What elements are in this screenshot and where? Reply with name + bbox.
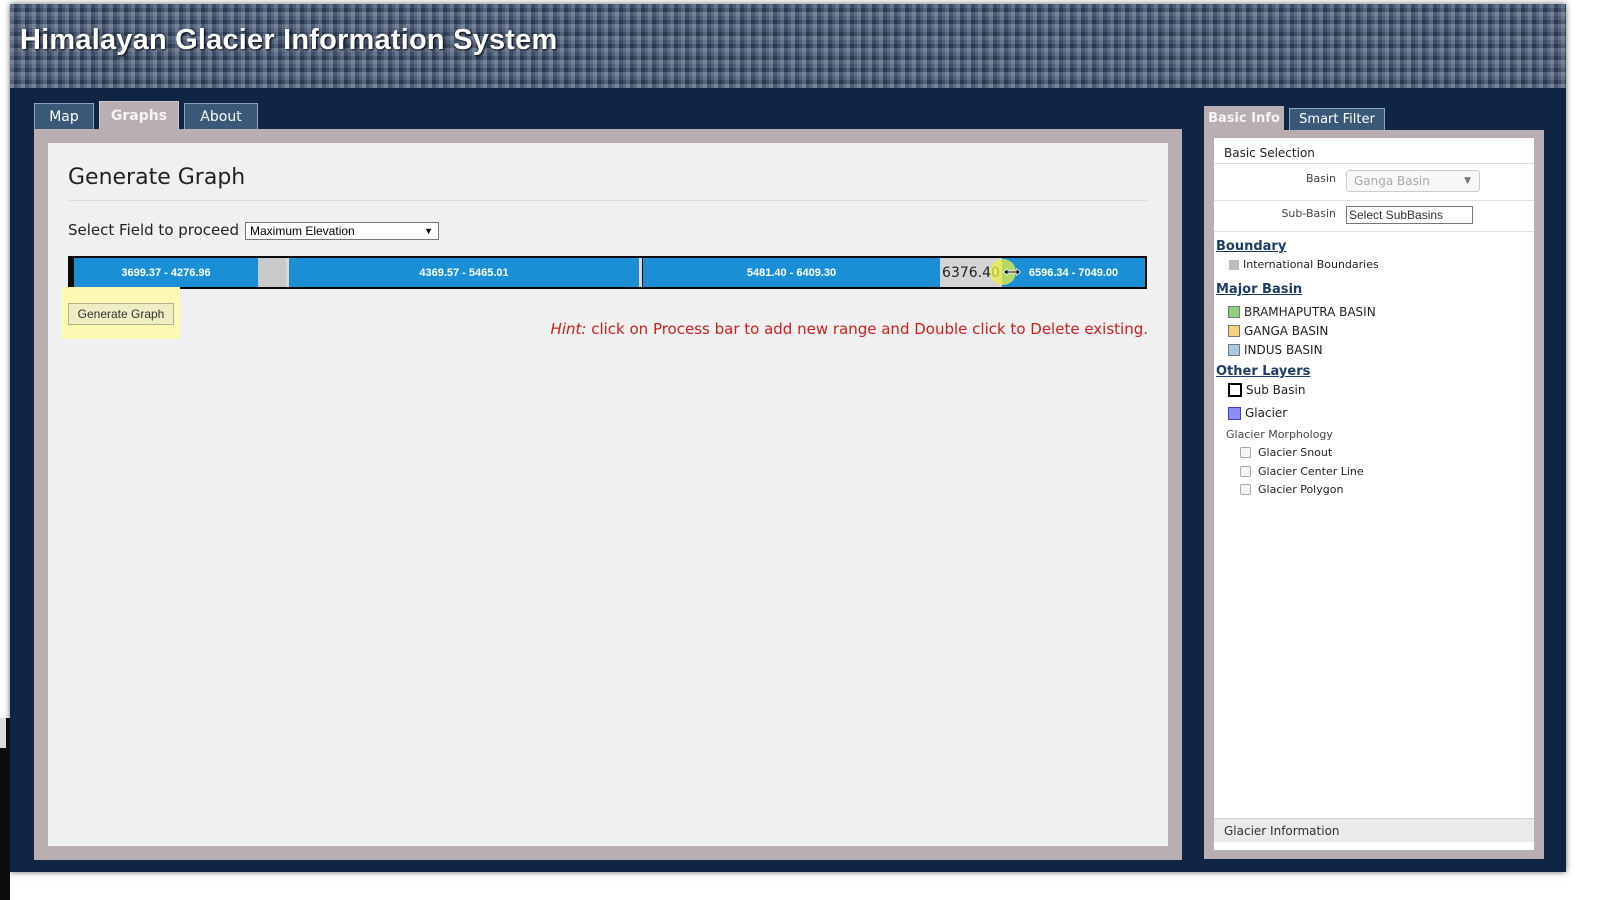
legend-swatch: [1228, 383, 1242, 397]
tab-basic-info[interactable]: Basic Info: [1204, 106, 1284, 131]
legend-swatch: [1228, 344, 1240, 356]
checkbox-label: Glacier Snout: [1258, 446, 1333, 459]
legend-swatch: [1228, 325, 1240, 337]
legend-sub-basin[interactable]: Sub Basin: [1228, 383, 1305, 397]
resize-horizontal-icon: [1003, 268, 1021, 276]
legend-label: Glacier: [1245, 406, 1288, 420]
glacier-center-line-checkbox[interactable]: [1240, 466, 1251, 477]
tab-smart-filter[interactable]: Smart Filter: [1289, 108, 1385, 130]
side-frame: Basic Selection Basin Ganga Basin ▼ Sub-…: [1204, 130, 1544, 859]
divider: [1214, 231, 1534, 232]
legend-label: BRAMHAPUTRA BASIN: [1244, 305, 1376, 319]
range-handle[interactable]: [639, 258, 642, 287]
basic-info-panel: Basic Selection Basin Ganga Basin ▼ Sub-…: [1214, 138, 1534, 850]
range-segment[interactable]: 4369.57 - 5465.01: [289, 258, 639, 287]
header-banner: Himalayan Glacier Information System: [10, 4, 1566, 88]
app-title: Himalayan Glacier Information System: [20, 24, 558, 56]
tab-graphs[interactable]: Graphs: [99, 101, 179, 129]
legend-ganga-basin[interactable]: GANGA BASIN: [1228, 324, 1328, 338]
screen-edge: [0, 718, 6, 748]
field-label: Select Field to proceed :: [68, 221, 249, 239]
legend-glacier[interactable]: Glacier: [1228, 406, 1287, 420]
field-select-value: Maximum Elevation: [250, 224, 355, 238]
legend-label: GANGA BASIN: [1244, 324, 1329, 338]
legend-swatch: [1228, 306, 1240, 318]
checkbox-label: Glacier Center Line: [1258, 465, 1364, 478]
basic-selection-header[interactable]: Basic Selection: [1214, 138, 1534, 164]
glacier-polygon-checkbox[interactable]: [1240, 484, 1251, 495]
title-divider: [68, 200, 1148, 201]
page-title: Generate Graph: [68, 165, 246, 190]
glacier-morphology-label: Glacier Morphology: [1226, 428, 1333, 441]
glacier-snout-checkbox[interactable]: [1240, 447, 1251, 458]
tab-about[interactable]: About: [184, 103, 258, 129]
legend-swatch: [1229, 259, 1239, 270]
subbasin-input[interactable]: Select SubBasins: [1346, 206, 1473, 224]
generate-graph-button[interactable]: Generate Graph: [68, 303, 174, 325]
divider: [1214, 200, 1534, 201]
legend-bramhaputra-basin[interactable]: BRAMHAPUTRA BASIN: [1228, 305, 1376, 319]
hint-text: Hint: click on Process bar to add new ra…: [551, 320, 1148, 338]
hint-prefix: Hint:: [550, 320, 587, 338]
basin-label: Basin: [1305, 172, 1336, 185]
glacier-center-line-option[interactable]: Glacier Center Line: [1240, 465, 1364, 478]
tab-map[interactable]: Map: [34, 103, 94, 129]
range-gap[interactable]: [258, 258, 286, 287]
dropdown-arrow-icon: ▼: [1464, 176, 1471, 186]
legend-international-boundaries[interactable]: International Boundaries: [1229, 258, 1379, 271]
boundary-heading: Boundary: [1216, 239, 1287, 254]
basin-select-value: Ganga Basin: [1354, 174, 1430, 188]
legend-label: International Boundaries: [1243, 258, 1379, 271]
dropdown-arrow-icon: ▼: [424, 226, 433, 236]
basin-select[interactable]: Ganga Basin ▼: [1346, 170, 1480, 192]
glacier-snout-option[interactable]: Glacier Snout: [1240, 446, 1332, 459]
glacier-information-header[interactable]: Glacier Information: [1214, 818, 1534, 842]
checkbox-label: Glacier Polygon: [1258, 483, 1344, 496]
glacier-polygon-option[interactable]: Glacier Polygon: [1240, 483, 1343, 496]
legend-label: Sub Basin: [1246, 383, 1306, 397]
legend-indus-basin[interactable]: INDUS BASIN: [1228, 343, 1323, 357]
field-select[interactable]: Maximum Elevation ▼: [245, 222, 439, 240]
app-window: Himalayan Glacier Information System Map…: [10, 4, 1566, 872]
legend-swatch: [1228, 406, 1241, 420]
hint-body: click on Process bar to add new range an…: [586, 320, 1148, 338]
legend-label: INDUS BASIN: [1244, 343, 1323, 357]
other-layers-heading: Other Layers: [1216, 364, 1311, 379]
major-basin-heading: Major Basin: [1216, 282, 1303, 297]
range-segment[interactable]: 6596.34 - 7049.00: [1002, 258, 1145, 287]
range-segment[interactable]: 5481.40 - 6409.30: [643, 258, 940, 287]
main-frame: Generate Graph Select Field to proceed :…: [34, 129, 1182, 860]
subbasin-label: Sub-Basin: [1281, 207, 1336, 220]
graph-panel: Generate Graph Select Field to proceed :…: [48, 143, 1168, 846]
range-segment[interactable]: 3699.37 - 4276.96: [74, 258, 258, 287]
range-process-bar[interactable]: 3699.37 - 4276.96 4369.57 - 5465.01 5481…: [68, 256, 1147, 289]
